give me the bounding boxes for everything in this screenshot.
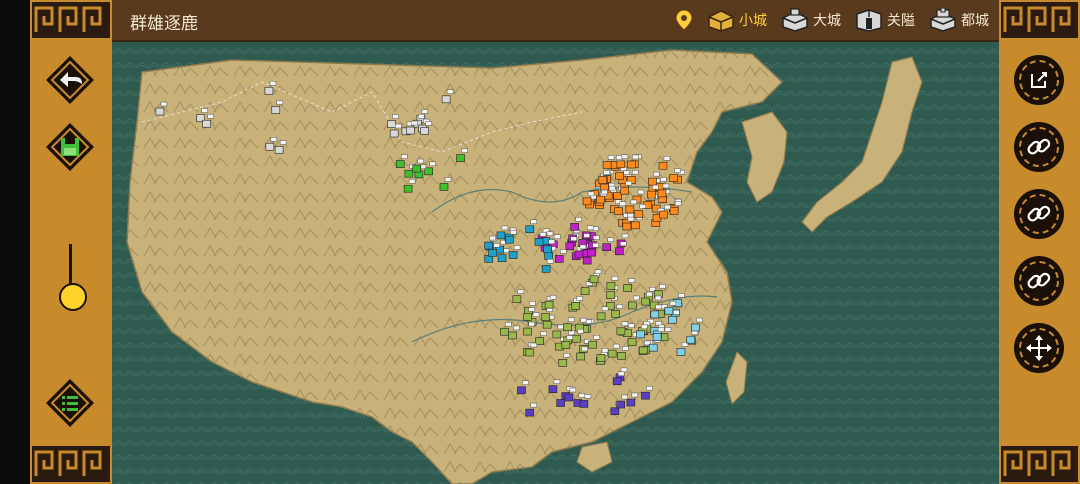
save-icon [61, 138, 79, 156]
link-button-1[interactable] [1013, 121, 1065, 173]
map-canvas[interactable] [112, 42, 999, 484]
pass-icon [856, 9, 882, 32]
legend-big-city-label: 大城 [813, 13, 841, 29]
legend-capital-label: 都城 [961, 13, 989, 29]
list-icon [62, 396, 78, 411]
device-edge [0, 0, 30, 484]
page-title: 群雄逐鹿 [130, 14, 198, 34]
small-city-icon [708, 10, 734, 32]
back-button[interactable] [44, 54, 96, 106]
legend-small-city-label: 小城 [739, 13, 767, 29]
link-button-2[interactable] [1013, 188, 1065, 240]
legend-pass-label: 关隘 [887, 13, 915, 29]
legend-pass[interactable]: 关隘 [855, 8, 915, 32]
legend-marker[interactable] [675, 9, 693, 31]
edit-button[interactable] [1013, 54, 1065, 106]
left-toolbar [30, 0, 112, 484]
list-button[interactable] [44, 377, 96, 429]
greek-key-ornament-top [30, 0, 112, 40]
capital-icon [930, 8, 956, 32]
move-button[interactable] [1013, 322, 1065, 374]
city-type-legend: 小城 大城 关隘 都城 [675, 6, 989, 34]
legend-big-city[interactable]: 大城 [781, 8, 841, 32]
legend-capital[interactable]: 都城 [929, 8, 989, 32]
greek-key-ornament-top-right [999, 0, 1080, 40]
legend-small-city[interactable]: 小城 [707, 8, 767, 32]
zoom-slider-knob[interactable] [59, 283, 87, 311]
greek-key-ornament-bottom-right [999, 444, 1080, 484]
right-toolbar [999, 0, 1080, 484]
big-city-icon [782, 8, 808, 32]
link-button-3[interactable] [1013, 255, 1065, 307]
top-bar: 群雄逐鹿 小城 大城 关隘 都城 [112, 0, 999, 42]
greek-key-ornament-bottom [30, 444, 112, 484]
save-button[interactable] [44, 121, 96, 173]
map-pin-icon [675, 9, 693, 31]
world-map[interactable] [112, 42, 999, 484]
